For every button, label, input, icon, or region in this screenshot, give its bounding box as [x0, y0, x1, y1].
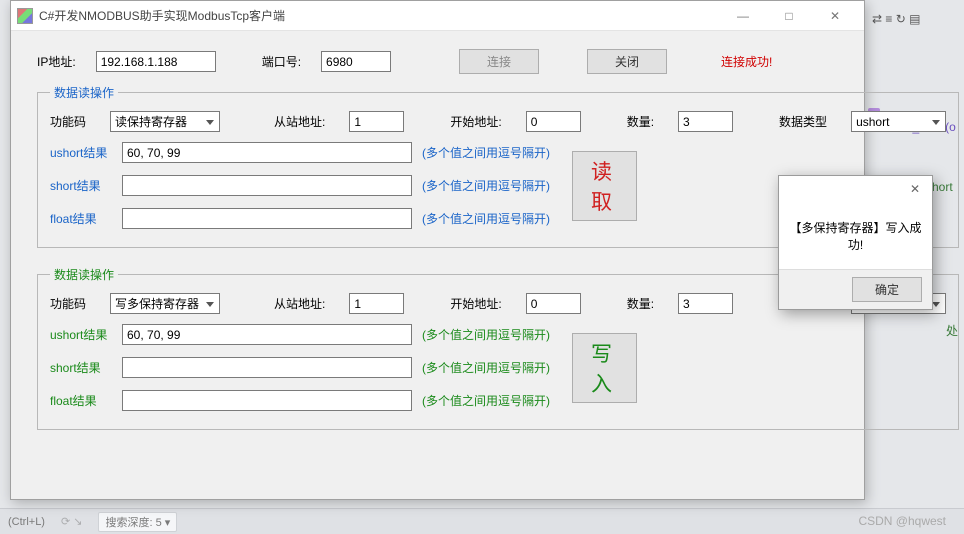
- read-short-hint: (多个值之间用逗号隔开): [422, 177, 550, 194]
- write-ushort-hint: (多个值之间用逗号隔开): [422, 326, 550, 343]
- read-slave-input[interactable]: [349, 111, 404, 132]
- read-short-label: short结果: [50, 177, 122, 194]
- write-slave-label: 从站地址:: [274, 295, 325, 312]
- read-ushort-input[interactable]: [122, 142, 412, 163]
- write-legend: 数据读操作: [50, 266, 118, 283]
- read-button[interactable]: 读取: [572, 151, 637, 221]
- write-short-input[interactable]: [122, 357, 412, 378]
- connection-row: IP地址: 端口号: 连接 关闭 连接成功!: [37, 49, 838, 74]
- connection-status: 连接成功!: [721, 53, 772, 70]
- write-short-hint: (多个值之间用逗号隔开): [422, 359, 550, 376]
- minimize-button[interactable]: —: [720, 1, 766, 30]
- close-icon: ✕: [910, 182, 920, 196]
- read-ushort-hint: (多个值之间用逗号隔开): [422, 144, 550, 161]
- write-qty-input[interactable]: [678, 293, 733, 314]
- app-window: C#开发NMODBUS助手实现ModbusTcp客户端 — □ ✕ IP地址: …: [10, 0, 865, 500]
- disconnect-button[interactable]: 关闭: [587, 49, 667, 74]
- write-float-hint: (多个值之间用逗号隔开): [422, 392, 550, 409]
- read-dtype-label: 数据类型: [779, 113, 827, 130]
- message-box-close-button[interactable]: ✕: [904, 179, 926, 199]
- read-float-hint: (多个值之间用逗号隔开): [422, 210, 550, 227]
- read-legend: 数据读操作: [50, 84, 118, 101]
- read-short-input[interactable]: [122, 175, 412, 196]
- maximize-button[interactable]: □: [766, 1, 812, 30]
- read-qty-label: 数量:: [627, 113, 654, 130]
- read-start-input[interactable]: [526, 111, 581, 132]
- read-params: 功能码 读保持寄存器 从站地址: 开始地址: 数量: 数据类型 ushort: [50, 111, 946, 132]
- window-title: C#开发NMODBUS助手实现ModbusTcp客户端: [39, 7, 720, 24]
- titlebar: C#开发NMODBUS助手实现ModbusTcp客户端 — □ ✕: [11, 1, 864, 31]
- write-float-label: float结果: [50, 392, 122, 409]
- read-dtype-combo[interactable]: ushort: [851, 111, 946, 132]
- port-input[interactable]: [321, 51, 391, 72]
- read-slave-label: 从站地址:: [274, 113, 325, 130]
- read-ushort-label: ushort结果: [50, 144, 122, 161]
- connect-button[interactable]: 连接: [459, 49, 539, 74]
- message-box-title: ✕: [779, 176, 932, 202]
- write-start-label: 开始地址:: [450, 295, 501, 312]
- message-box: ✕ 【多保持寄存器】写入成功! 确定: [778, 175, 933, 310]
- ide-status-bar: (Ctrl+L) ⟳ ↘ 搜索深度: 5 ▾: [0, 508, 964, 534]
- write-float-input[interactable]: [122, 390, 412, 411]
- write-start-input[interactable]: [526, 293, 581, 314]
- message-box-ok-button[interactable]: 确定: [852, 277, 922, 302]
- read-qty-input[interactable]: [678, 111, 733, 132]
- read-func-combo[interactable]: 读保持寄存器: [110, 111, 220, 132]
- read-start-label: 开始地址:: [450, 113, 501, 130]
- write-ushort-label: ushort结果: [50, 326, 122, 343]
- close-button[interactable]: ✕: [812, 1, 858, 30]
- ip-input[interactable]: [96, 51, 216, 72]
- app-icon: [17, 8, 33, 24]
- write-qty-label: 数量:: [627, 295, 654, 312]
- read-func-label: 功能码: [50, 113, 86, 130]
- status-hint: (Ctrl+L): [8, 516, 45, 528]
- write-ushort-input[interactable]: [122, 324, 412, 345]
- client-area: IP地址: 端口号: 连接 关闭 连接成功! 数据读操作 功能码 读保持寄存器 …: [11, 31, 864, 460]
- port-label: 端口号:: [262, 53, 301, 70]
- write-func-combo[interactable]: 写多保持寄存器: [110, 293, 220, 314]
- write-func-label: 功能码: [50, 295, 86, 312]
- watermark: CSDN @hqwest: [858, 514, 946, 528]
- read-float-label: float结果: [50, 210, 122, 227]
- write-button[interactable]: 写入: [572, 333, 637, 403]
- ip-label: IP地址:: [37, 53, 76, 70]
- write-short-label: short结果: [50, 359, 122, 376]
- bg-toolbar-icons: ⇄ ≡ ↻ ▤: [872, 12, 920, 26]
- write-slave-input[interactable]: [349, 293, 404, 314]
- read-float-input[interactable]: [122, 208, 412, 229]
- search-depth-label: 搜索深度: 5 ▾: [98, 512, 177, 532]
- message-box-text: 【多保持寄存器】写入成功!: [789, 219, 922, 253]
